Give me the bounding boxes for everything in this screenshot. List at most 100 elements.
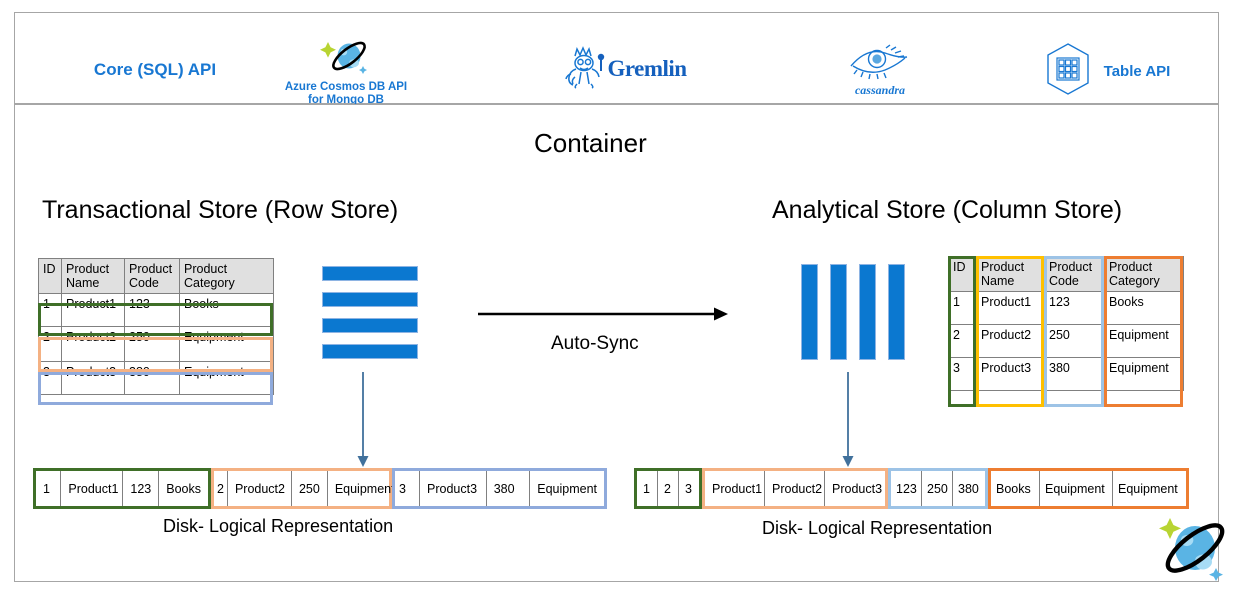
disk-strip-column-id: 1 2 3 bbox=[634, 468, 702, 509]
api-label-table-api: Table API bbox=[1103, 62, 1171, 80]
cell-product-name: Product3 bbox=[61, 361, 125, 395]
cell-product-code: 250 bbox=[124, 326, 180, 362]
disk-strip-row-3: 3 Product3 380 Equipment bbox=[392, 468, 607, 509]
table-header-product-code: Product Code bbox=[1044, 256, 1105, 292]
api-item-core-sql[interactable]: Core (SQL) API bbox=[75, 57, 235, 83]
right-arrow-icon bbox=[478, 307, 728, 321]
table-header-id: ID bbox=[38, 258, 62, 294]
api-label-gremlin: Gremlin bbox=[607, 56, 687, 81]
cell-id: 2 bbox=[38, 326, 62, 362]
table-header-row: ID Product Name Product Code Product Catego… bbox=[38, 258, 274, 294]
disk-strip-column-product-category: Books Equipment Equipment bbox=[988, 468, 1189, 509]
cell-product-category: Equipment bbox=[179, 361, 274, 395]
analytical-store-table: ID Product Name Product Code Product Catego… bbox=[948, 256, 1184, 391]
table-header-row: ID Product Name Product Code Product Catego… bbox=[948, 256, 1184, 292]
api-label-mongo-line1: Azure Cosmos DB API bbox=[284, 80, 408, 93]
disk-cell: Product3 bbox=[420, 471, 487, 506]
table-header-id: ID bbox=[948, 256, 977, 292]
api-item-cassandra[interactable]: cassandra bbox=[830, 43, 930, 99]
column-layout-bars-icon bbox=[801, 264, 905, 360]
cell-product-category: Books bbox=[1104, 291, 1184, 325]
disk-cell: 250 bbox=[922, 471, 953, 506]
cell-product-name: Product2 bbox=[976, 324, 1045, 358]
row-layout-bars-icon bbox=[322, 266, 418, 359]
table-row: 1 Product1 123 Books bbox=[948, 291, 1184, 325]
cell-product-code: 250 bbox=[1044, 324, 1105, 358]
disk-cell: 1 bbox=[36, 471, 62, 506]
disk-caption-left: Disk- Logical Representation bbox=[163, 516, 394, 536]
disk-strip-column-product-code: 123 250 380 bbox=[888, 468, 988, 509]
api-label-core-sql: Core (SQL) API bbox=[93, 60, 217, 79]
cell-product-code: 123 bbox=[124, 293, 180, 327]
disk-cell: 2 bbox=[214, 471, 228, 506]
disk-caption-right: Disk- Logical Representation bbox=[762, 518, 993, 538]
disk-cell: 380 bbox=[487, 471, 531, 506]
table-header-product-category: Product Category bbox=[1104, 256, 1184, 292]
table-row: 2 Product2 250 Equipment bbox=[38, 326, 274, 362]
table-row: 2 Product2 250 Equipment bbox=[948, 324, 1184, 358]
disk-strip-row-2: 2 Product2 250 Equipment bbox=[211, 468, 395, 509]
down-arrow-icon bbox=[357, 372, 369, 467]
cell-id: 1 bbox=[38, 293, 62, 327]
table-row: 1 Product1 123 Books bbox=[38, 293, 274, 327]
table-header-product-code: Product Code bbox=[124, 258, 180, 294]
transactional-store-title: Transactional Store (Row Store) bbox=[42, 196, 399, 224]
cell-product-code: 380 bbox=[124, 361, 180, 395]
table-header-product-name: Product Name bbox=[976, 256, 1045, 292]
cell-product-category: Equipment bbox=[1104, 324, 1184, 358]
table-api-hexagon-icon bbox=[1040, 41, 1096, 102]
disk-cell: Product3 bbox=[832, 481, 883, 496]
disk-cell: Product1 bbox=[61, 471, 124, 506]
disk-cell: Product2 bbox=[228, 471, 292, 506]
cosmos-db-planet-icon bbox=[318, 36, 374, 81]
cell-product-name: Product1 bbox=[61, 293, 125, 327]
cosmos-db-planet-icon bbox=[1150, 512, 1230, 586]
cell-product-category: Books bbox=[179, 293, 274, 327]
disk-strip-row-1: 1 Product1 123 Books bbox=[33, 468, 211, 509]
gremlin-gremlin-icon bbox=[563, 44, 607, 95]
cell-id: 2 bbox=[948, 324, 977, 358]
cell-id: 3 bbox=[38, 361, 62, 395]
disk-cell: Equipment bbox=[1118, 481, 1178, 496]
disk-cell: 3 bbox=[685, 481, 692, 496]
disk-strip-column-product-name: Product1 Product2 Product3 bbox=[702, 468, 888, 509]
disk-cell: 380 bbox=[958, 481, 979, 496]
cell-id: 1 bbox=[948, 291, 977, 325]
cell-product-code: 380 bbox=[1044, 357, 1105, 391]
cell-product-category: Equipment bbox=[1104, 357, 1184, 391]
cassandra-eye-icon bbox=[845, 44, 915, 85]
disk-cell: 3 bbox=[395, 471, 421, 506]
cell-product-code: 123 bbox=[1044, 291, 1105, 325]
disk-cell: 123 bbox=[891, 471, 922, 506]
disk-cell: Books bbox=[166, 481, 201, 496]
cell-product-category: Equipment bbox=[179, 326, 274, 362]
api-item-table-api[interactable]: Table API bbox=[1010, 41, 1200, 102]
disk-cell: Product2 bbox=[765, 471, 825, 506]
cell-product-name: Product2 bbox=[61, 326, 125, 362]
disk-cell: 123 bbox=[123, 471, 160, 506]
disk-cell: Books bbox=[991, 471, 1040, 506]
table-row: 3 Product3 380 Equipment bbox=[38, 361, 274, 395]
disk-cell: Product1 bbox=[705, 471, 765, 506]
api-item-mongo-db[interactable]: Azure Cosmos DB API for Mongo DB bbox=[273, 35, 419, 107]
table-row: 3 Product3 380 Equipment bbox=[948, 357, 1184, 391]
transactional-store-table: ID Product Name Product Code Product Catego… bbox=[38, 258, 274, 395]
page-title: Container bbox=[534, 128, 647, 158]
disk-cell: 250 bbox=[292, 471, 328, 506]
disk-cell: Equipment bbox=[537, 481, 597, 496]
cell-id: 3 bbox=[948, 357, 977, 391]
auto-sync-label: Auto-Sync bbox=[551, 333, 639, 354]
disk-cell: Equipment bbox=[334, 481, 395, 496]
disk-cell: 1 bbox=[637, 471, 658, 506]
table-header-product-category: Product Category bbox=[179, 258, 274, 294]
cell-product-name: Product1 bbox=[976, 291, 1045, 325]
down-arrow-icon bbox=[842, 372, 854, 467]
disk-cell: Equipment bbox=[1040, 471, 1113, 506]
api-item-gremlin[interactable]: Gremlin bbox=[555, 45, 695, 93]
table-header-product-name: Product Name bbox=[61, 258, 125, 294]
disk-cell: 2 bbox=[658, 471, 679, 506]
api-label-cassandra: cassandra bbox=[854, 83, 905, 97]
cell-product-name: Product3 bbox=[976, 357, 1045, 391]
analytical-store-title: Analytical Store (Column Store) bbox=[772, 196, 1123, 224]
api-options-bar: Core (SQL) API Azure Cosmos DB API for M… bbox=[14, 12, 1219, 107]
